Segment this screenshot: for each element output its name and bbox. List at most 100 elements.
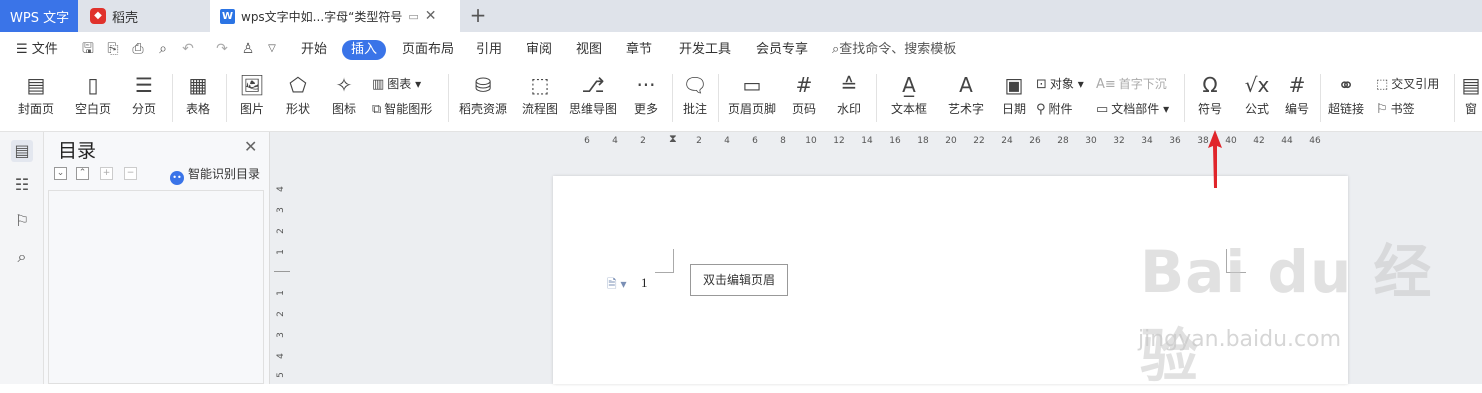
command-search[interactable]: ⌕查找命令、搜索模板	[832, 40, 956, 60]
format-painter-icon[interactable]: ♙	[240, 41, 256, 57]
page-number: 1	[641, 275, 648, 290]
separator	[1184, 74, 1185, 122]
close-icon[interactable]: ✕	[244, 137, 257, 156]
add-level-icon[interactable]: +	[100, 167, 113, 180]
outline-icon[interactable]: ▤	[11, 140, 33, 162]
pin-icon[interactable]: ▭	[408, 10, 418, 23]
blank-page-button[interactable]: ▯ 空白页	[68, 70, 118, 126]
chart-button[interactable]: ▥ 图表 ▾	[372, 74, 421, 94]
chart-label: 图表	[387, 77, 412, 91]
mindmap-button[interactable]: ⎇ 思维导图	[568, 70, 618, 126]
ruler-tick: 2	[275, 228, 286, 234]
bookmark-nav-icon[interactable]: ⚐	[11, 210, 33, 232]
bookmark-button[interactable]: ⚐ 书签	[1376, 99, 1415, 119]
smart-toc-button[interactable]: •• 智能识别目录	[170, 165, 260, 185]
flowchart-button[interactable]: ⬚ 流程图	[520, 70, 560, 126]
tab-daoke[interactable]: ◆ 稻壳	[80, 0, 207, 32]
chapter-nav-icon[interactable]: ☷	[11, 174, 33, 196]
undo-icon[interactable]: ↶	[180, 41, 196, 57]
table-button[interactable]: ▦ 表格	[180, 70, 216, 126]
close-icon[interactable]: ✕	[425, 8, 437, 24]
margin-corner	[655, 249, 674, 273]
header-footer-button[interactable]: ▭ 页眉页脚	[726, 70, 778, 126]
menu-section[interactable]: 章节	[626, 40, 652, 60]
ruler-tick: 34	[1141, 136, 1153, 146]
redo-icon[interactable]: ↷	[214, 41, 230, 57]
formula-button[interactable]: √x 公式	[1238, 70, 1276, 126]
menu-page-layout[interactable]: 页面布局	[402, 40, 454, 60]
icon-button[interactable]: ✧ 图标	[326, 70, 362, 126]
daoke-resource-button[interactable]: ⛁ 稻壳资源	[458, 70, 508, 126]
page-number-format-icon[interactable]: 🗎 ▾	[607, 275, 627, 296]
more-button[interactable]: ··· 更多	[626, 70, 666, 126]
preview-icon[interactable]: ⌕	[155, 41, 171, 57]
tab-wps-writer[interactable]: WPS 文字	[0, 0, 78, 32]
comment-button[interactable]: 🗨 批注	[680, 70, 710, 126]
vertical-ruler[interactable]: 4 3 2 1 1 2 3 4 5	[274, 154, 290, 384]
object-button[interactable]: ⊡ 对象 ▾	[1036, 74, 1084, 94]
expand-icon[interactable]: ⌃	[76, 167, 89, 180]
wordart-button[interactable]: A 艺术字	[942, 70, 990, 126]
ruler-tick: 16	[889, 136, 901, 146]
textbox-icon: A̲	[902, 73, 916, 97]
tab-label: wps文字中如...字母“类型符号	[241, 9, 403, 24]
shape-button[interactable]: ⬠ 形状	[280, 70, 316, 126]
tab-label: WPS 文字	[10, 10, 70, 26]
export-icon[interactable]: ⎘	[105, 41, 121, 57]
ruler-tick: 2	[275, 311, 286, 317]
print-icon[interactable]: ⎙	[130, 41, 146, 57]
calendar-icon: ▣	[1004, 73, 1024, 97]
cover-page-button[interactable]: ▤ 封面页	[12, 70, 60, 126]
smart-graphic-button[interactable]: ⧉ 智能图形	[372, 99, 432, 119]
save-icon[interactable]: 🖫	[80, 41, 96, 57]
horizontal-ruler[interactable]: 6 4 2 2 4 6 8 10 12 14 16 18 20 22 24 26…	[290, 132, 1482, 154]
doc-part-button[interactable]: ▭ 文档部件 ▾	[1096, 99, 1169, 119]
ruler-tick: 20	[945, 136, 957, 146]
menu-insert[interactable]: 插入	[342, 40, 387, 60]
numbering-button[interactable]: # 编号	[1282, 70, 1312, 126]
date-button[interactable]: ▣ 日期	[998, 70, 1030, 126]
menu-bar: ☰ 文件 🖫 ⎘ ⎙ ⌕ ↶ ↷ ♙ ▽ 开始 插入 页面布局 引用 审阅 视图…	[0, 32, 1482, 66]
page-break-button[interactable]: ☰ 分页	[126, 70, 162, 126]
link-icon: ⚭	[1337, 73, 1355, 97]
menu-view[interactable]: 视图	[576, 40, 602, 60]
daoke-logo-icon: ◆	[90, 8, 106, 24]
ruler-divider	[274, 271, 290, 272]
drop-cap-button[interactable]: A≡ 首字下沉	[1096, 74, 1167, 94]
omega-icon: Ω	[1202, 73, 1218, 97]
watermark-label: 水印	[836, 102, 861, 116]
tab-document[interactable]: W wps文字中如...字母“类型符号 ▭ ✕	[210, 0, 460, 32]
add-tab-button[interactable]: +	[466, 4, 490, 28]
mindmap-label: 思维导图	[568, 102, 617, 116]
watermark-button[interactable]: ≙ 水印	[830, 70, 868, 126]
remove-level-icon[interactable]: −	[124, 167, 137, 180]
symbol-button[interactable]: Ω 符号	[1190, 70, 1230, 126]
ruler-tick: 4	[612, 136, 618, 146]
hyperlink-button[interactable]: ⚭ 超链接	[1326, 70, 1366, 126]
menu-member[interactable]: 会员专享	[756, 40, 808, 60]
menu-start[interactable]: 开始	[301, 40, 327, 60]
formula-label: 公式	[1244, 102, 1269, 116]
dropcap-label: 首字下沉	[1118, 77, 1167, 91]
menu-developer[interactable]: 开发工具	[679, 40, 731, 60]
file-menu[interactable]: ☰ 文件	[16, 40, 58, 60]
menu-review[interactable]: 审阅	[526, 40, 552, 60]
crossref-label: 交叉引用	[1391, 77, 1440, 91]
edit-header-button[interactable]: 双击编辑页眉	[690, 264, 788, 296]
collapse-all-icon[interactable]: ⌄	[54, 167, 67, 180]
customize-icon[interactable]: ▽	[264, 41, 280, 57]
menu-reference[interactable]: 引用	[476, 40, 502, 60]
textbox-button[interactable]: A̲ 文本框	[884, 70, 934, 126]
page-number-button[interactable]: # 页码	[786, 70, 822, 126]
picture-button[interactable]: 🖼 图片	[234, 70, 270, 126]
ruler-tick: 6	[584, 136, 590, 146]
indent-marker-icon[interactable]: ⧗	[669, 132, 677, 146]
window-button[interactable]: ▤ 窗	[1460, 70, 1482, 126]
ruler-tick: 30	[1085, 136, 1097, 146]
ruler-tick: 18	[917, 136, 929, 146]
cross-reference-button[interactable]: ⬚ 交叉引用	[1376, 74, 1439, 94]
search-nav-icon[interactable]: ⌕	[11, 246, 33, 268]
ruler-tick: 5	[275, 372, 286, 378]
attachment-button[interactable]: ⚲ 附件	[1036, 99, 1073, 119]
pagebreak-label: 分页	[131, 102, 156, 116]
